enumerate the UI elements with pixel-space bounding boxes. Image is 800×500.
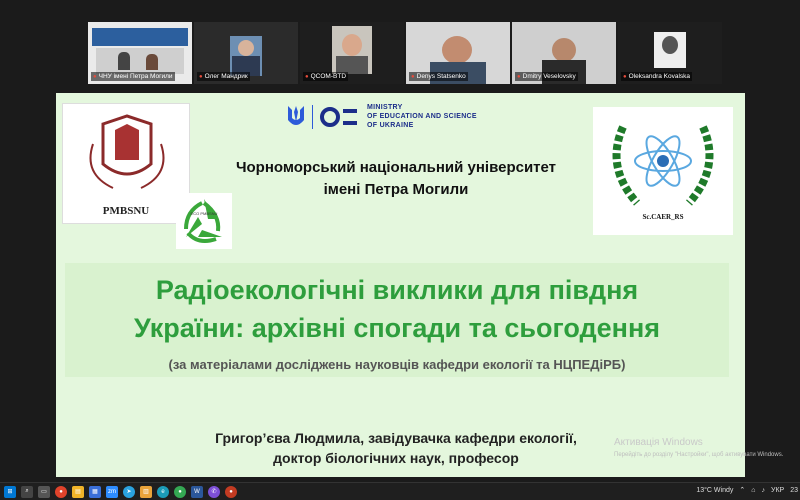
task-view-icon[interactable]: ▭ — [38, 485, 50, 498]
participant-name: ● ЧНУ імені Петра Могили — [91, 72, 175, 81]
participant-tile-5[interactable]: ● Dmitry Veselovsky — [512, 22, 616, 84]
mic-muted-icon: ● — [305, 73, 309, 80]
mic-muted-icon: ● — [517, 73, 521, 80]
mic-muted-icon: ● — [623, 73, 627, 80]
explorer-icon[interactable]: ▥ — [140, 485, 152, 498]
chrome-icon[interactable]: ● — [174, 485, 186, 498]
trident-icon — [288, 105, 304, 125]
edge-icon[interactable]: e — [157, 485, 169, 498]
participant-name: ● Олег Мандрик — [197, 72, 250, 81]
participant-name: ● QCOM-BTD — [303, 72, 349, 81]
ministry-logo: MINISTRY OF EDUCATION AND SCIENCE OF UKR… — [286, 103, 477, 130]
mic-muted-icon: ● — [199, 73, 203, 80]
university-name: Чорноморський національний університет і… — [235, 159, 557, 198]
eco-recycle-logo: ECO PMBSNU — [176, 193, 232, 249]
chevron-up-icon[interactable]: ⌃ — [739, 486, 745, 494]
mic-muted-icon: ● — [411, 73, 415, 80]
participant-name: ● Denys Statsenko — [409, 72, 468, 81]
emblem-crest-icon — [89, 114, 165, 189]
logo-divider — [312, 104, 313, 129]
file-explorer-icon[interactable]: ▤ — [72, 485, 84, 498]
volume-icon[interactable]: ♪ — [762, 487, 766, 494]
shared-slide: PMBSNU ECO PMBSNU MINISTRY OF EDUCATION … — [56, 93, 745, 477]
chrome-icon[interactable]: ● — [55, 485, 67, 498]
participant-name: ● Oleksandra Kovalska — [621, 72, 693, 81]
word-icon[interactable]: W — [191, 485, 203, 498]
participant-tile-2[interactable]: ● Олег Мандрик — [194, 22, 298, 84]
atom-wreath-icon — [612, 125, 714, 206]
viber-icon[interactable]: ✆ — [208, 485, 220, 498]
emblem-label: PMBSNU — [102, 205, 150, 217]
recycle-icon — [184, 199, 222, 243]
search-icon[interactable]: ⌕ — [21, 485, 33, 498]
zoom-icon[interactable]: zm — [106, 485, 118, 498]
ministry-name: MINISTRY OF EDUCATION AND SCIENCE OF UKR… — [367, 104, 477, 129]
scientific-center-emblem: Sc.CAER_RS — [593, 107, 733, 235]
system-tray: 13°C Windy ⌃ ⌂ ♪ УКР 23 — [696, 486, 798, 495]
language-indicator[interactable]: УКР — [771, 487, 784, 494]
start-icon[interactable]: ⊞ — [4, 485, 16, 498]
participant-strip: ● ЧНУ імені Петра Могили ● Олег Мандрик ● Q… — [88, 22, 722, 84]
participant-tile-3[interactable]: ● QCOM-BTD — [300, 22, 404, 84]
presentation-subtitle: (за матеріалами досліджень науковців каф… — [168, 357, 626, 372]
participant-tile-4[interactable]: ● Denys Statsenko — [406, 22, 510, 84]
weather-widget[interactable]: 13°C Windy — [696, 487, 733, 494]
emblem-label: Sc.CAER_RS — [642, 213, 684, 221]
clock[interactable]: 23 — [790, 487, 798, 494]
chrome-icon[interactable]: ● — [225, 485, 237, 498]
taskbar-apps: ⊞ ⌕ ▭ ● ▤ ▦ zm ➤ ▥ e ● W ✆ ● — [4, 485, 237, 498]
title-box: Радіоекологічні виклики для півдня Украї… — [65, 263, 729, 377]
participant-name: ● Dmitry Veselovsky — [515, 72, 578, 81]
store-icon[interactable]: ▦ — [89, 485, 101, 498]
presentation-title: Радіоекологічні виклики для півдня Украї… — [133, 275, 661, 343]
eco-label: ECO PMBSNU — [190, 211, 218, 216]
participant-tile-6[interactable]: ● Oleksandra Kovalska — [618, 22, 722, 84]
author-info: Григор’єва Людмила, завідувачка кафедри … — [215, 430, 577, 466]
telegram-icon[interactable]: ➤ — [123, 485, 135, 498]
windows-taskbar: ⊞ ⌕ ▭ ● ▤ ▦ zm ➤ ▥ e ● W ✆ ● 13°C Windy … — [0, 482, 800, 500]
university-emblem: PMBSNU — [62, 103, 190, 224]
mon-logo-icon — [320, 106, 357, 127]
zoom-window: ● ЧНУ імені Петра Могили ● Олег Мандрик ● Q… — [0, 0, 800, 500]
network-icon[interactable]: ⌂ — [751, 487, 755, 494]
participant-tile-1[interactable]: ● ЧНУ імені Петра Могили — [88, 22, 192, 84]
windows-activation-watermark: Активація Windows Перейдіть до розділу "… — [614, 437, 784, 458]
mic-muted-icon: ● — [93, 73, 97, 80]
